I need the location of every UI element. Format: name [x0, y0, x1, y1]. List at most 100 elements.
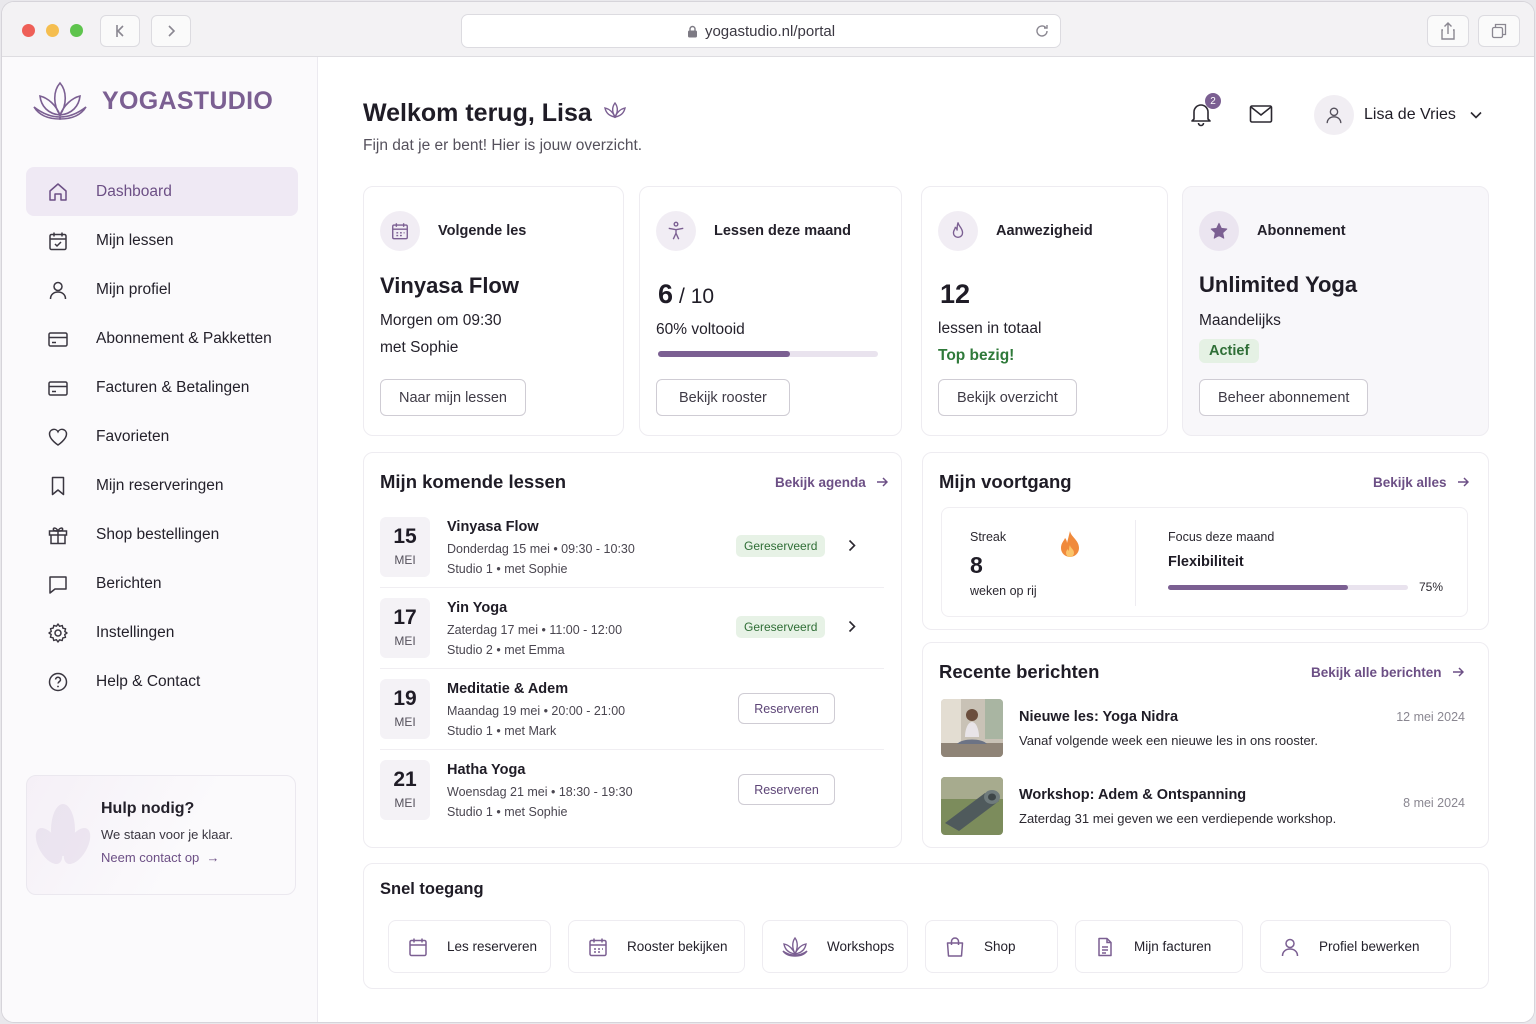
user-menu[interactable]: Lisa de Vries: [1314, 95, 1482, 135]
welcome-text: Welkom terug, Lisa: [363, 99, 592, 127]
calendar-icon: [407, 936, 429, 958]
view-schedule-button[interactable]: Bekijk rooster: [656, 379, 790, 416]
lesson-name: Yin Yoga: [447, 600, 508, 616]
sidebar-item-mijn-profiel[interactable]: Mijn profiel: [26, 265, 298, 314]
my-lessons-button[interactable]: Naar mijn lessen: [380, 379, 526, 416]
quick-workshops-button[interactable]: Workshops: [762, 920, 908, 973]
reload-icon[interactable]: [1034, 23, 1050, 43]
focus-percentage: 75%: [1419, 580, 1444, 594]
view-agenda-link[interactable]: Bekijk agenda: [775, 475, 888, 490]
lesson-month: MEI: [394, 553, 416, 567]
lesson-time: Woensdag 21 mei • 18:30 - 19:30: [447, 785, 633, 799]
sidebar-item-label: Mijn reserveringen: [96, 476, 224, 494]
sidebar-item-berichten[interactable]: Berichten: [26, 559, 298, 608]
next-lesson-time: Morgen om 09:30: [380, 312, 502, 329]
contact-link-label: Neem contact op: [101, 850, 200, 865]
notifications-button[interactable]: 2: [1189, 93, 1221, 132]
lotus-logo-icon: [33, 81, 87, 120]
lesson-month: MEI: [394, 715, 416, 729]
sidebar-item-label: Facturen & Betalingen: [96, 378, 250, 396]
reserve-button[interactable]: Reserveren: [738, 774, 835, 805]
close-window-button[interactable]: [22, 24, 35, 37]
quick-book-lesson-button[interactable]: Les reserveren: [388, 920, 551, 973]
quick-access-title: Snel toegang: [380, 880, 484, 898]
back-button[interactable]: [100, 15, 140, 47]
browser-window: yogastudio.nl/portal YOGASTUDIO Dashboar…: [2, 2, 1534, 1022]
arrow-right-icon: [1452, 665, 1464, 680]
contact-link[interactable]: Neem contact op →: [101, 850, 220, 865]
sidebar-item-favorieten[interactable]: Favorieten: [26, 412, 298, 461]
sidebar-item-label: Favorieten: [96, 427, 170, 445]
logo[interactable]: YOGASTUDIO: [30, 79, 273, 123]
brand-name: YOGASTUDIO: [102, 86, 274, 115]
minimize-window-button[interactable]: [46, 24, 59, 37]
share-icon: [1441, 22, 1455, 40]
lesson-row[interactable]: 17 MEI Yin Yoga Zaterdag 17 mei • 11:00 …: [380, 588, 884, 669]
message-date: 8 mei 2024: [1403, 796, 1465, 810]
notification-count: 2: [1205, 93, 1221, 109]
lesson-row[interactable]: 19 MEI Meditatie & Adem Maandag 19 mei •…: [380, 669, 884, 750]
sidebar-item-help[interactable]: Help & Contact: [26, 657, 298, 706]
quick-edit-profile-button[interactable]: Profiel bewerken: [1260, 920, 1451, 973]
lesson-row[interactable]: 15 MEI Vinyasa Flow Donderdag 15 mei • 0…: [380, 507, 884, 588]
sidebar-item-instellingen[interactable]: Instellingen: [26, 608, 298, 657]
quick-label: Les reserveren: [447, 939, 538, 954]
sidebar-item-label: Mijn lessen: [96, 231, 174, 249]
streak-unit: weken op rij: [970, 584, 1037, 598]
bookmark-icon: [46, 474, 70, 498]
calendar-icon: [380, 211, 420, 251]
sidebar-item-reserveringen[interactable]: Mijn reserveringen: [26, 461, 298, 510]
sidebar-item-label: Shop bestellingen: [96, 525, 220, 543]
lesson-day: 21: [393, 768, 417, 791]
sidebar-item-abonnement[interactable]: Abonnement & Pakketten: [26, 314, 298, 363]
sidebar-item-dashboard[interactable]: Dashboard: [26, 167, 298, 216]
next-lesson-teacher: met Sophie: [380, 339, 459, 356]
recent-messages-panel: Recente berichten Bekijk alle berichten: [922, 642, 1489, 848]
lesson-month: MEI: [394, 634, 416, 648]
home-icon: [46, 180, 70, 204]
lesson-date: 17 MEI: [380, 598, 430, 658]
sidebar-item-facturen[interactable]: Facturen & Betalingen: [26, 363, 298, 412]
lesson-name: Hatha Yoga: [447, 762, 526, 778]
message-item[interactable]: Workshop: Adem & Ontspanning Zaterdag 31…: [941, 777, 1469, 839]
chevron-right-icon[interactable]: [848, 620, 856, 638]
streak-label: Streak: [970, 530, 1007, 544]
lesson-name: Vinyasa Flow: [447, 519, 539, 535]
message-text: Vanaf volgende week een nieuwe les in on…: [1019, 733, 1318, 748]
messages-button[interactable]: [1249, 104, 1273, 129]
reserve-button[interactable]: Reserveren: [738, 693, 835, 724]
lesson-time: Maandag 19 mei • 20:00 - 21:00: [447, 704, 626, 718]
user-icon: [46, 278, 70, 302]
lesson-date: 21 MEI: [380, 760, 430, 820]
quick-invoices-button[interactable]: Mijn facturen: [1075, 920, 1243, 973]
manage-subscription-button[interactable]: Beheer abonnement: [1199, 379, 1369, 416]
user-icon: [1279, 936, 1301, 958]
upcoming-lessons-panel: Mijn komende lessen Bekijk agenda 15 MEI…: [363, 452, 902, 848]
lesson-location: Studio 1 • met Mark: [447, 724, 557, 738]
view-overview-button[interactable]: Bekijk overzicht: [938, 379, 1077, 416]
lesson-row[interactable]: 21 MEI Hatha Yoga Woensdag 21 mei • 18:3…: [380, 750, 884, 831]
address-bar[interactable]: yogastudio.nl/portal: [461, 14, 1061, 48]
tabs-button[interactable]: [1478, 15, 1520, 47]
view-all-messages-link[interactable]: Bekijk alle berichten: [1311, 665, 1464, 680]
stat-label: Abonnement: [1257, 223, 1346, 239]
attendance-count: 12: [940, 279, 971, 309]
chevron-right-icon[interactable]: [848, 539, 856, 557]
maximize-window-button[interactable]: [70, 24, 83, 37]
flame-icon: [1058, 530, 1082, 565]
next-lesson-card: Volgende les Vinyasa Flow Morgen om 09:3…: [363, 186, 624, 436]
reserved-badge: Gereserveerd: [736, 535, 826, 557]
share-button[interactable]: [1427, 15, 1469, 47]
view-all-link[interactable]: Bekijk alles: [1373, 475, 1469, 490]
sidebar-item-shop[interactable]: Shop bestellingen: [26, 510, 298, 559]
forward-button[interactable]: [151, 15, 191, 47]
stat-label: Lessen deze maand: [714, 223, 851, 239]
quick-shop-button[interactable]: Shop: [925, 920, 1058, 973]
status-badge: Actief: [1199, 339, 1260, 363]
message-item[interactable]: Nieuwe les: Yoga Nidra Vanaf volgende we…: [941, 699, 1469, 761]
lesson-location: Studio 1 • met Sophie: [447, 562, 568, 576]
sidebar-item-label: Dashboard: [96, 182, 172, 200]
sidebar-item-mijn-lessen[interactable]: Mijn lessen: [26, 216, 298, 265]
quick-view-schedule-button[interactable]: Rooster bekijken: [568, 920, 745, 973]
divider: [1135, 520, 1136, 606]
